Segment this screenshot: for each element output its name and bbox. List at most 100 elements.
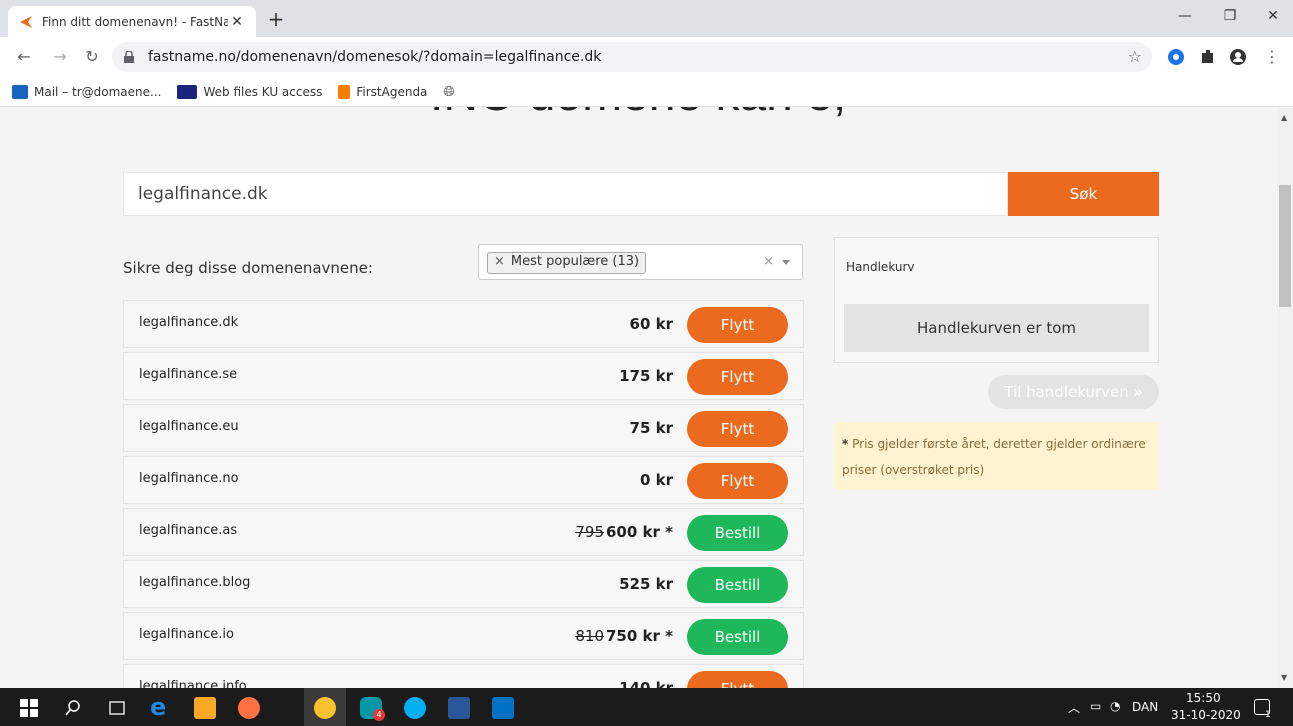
url-text: fastname.no/domenenavn/domenesok/?domain… <box>148 49 602 65</box>
flytt-button[interactable]: Flytt <box>687 307 788 343</box>
globe-icon: 🌐︎ <box>443 83 455 100</box>
task-view-icon[interactable] <box>106 697 128 719</box>
domain-name: legalfinance.blog <box>139 575 251 590</box>
clock-time[interactable]: 15:50 <box>1186 691 1221 705</box>
profile-icon[interactable] <box>1228 47 1248 67</box>
bookmark-web-files[interactable]: Web files KU access <box>177 84 323 99</box>
edge-icon[interactable]: e <box>150 693 172 721</box>
domain-search-input[interactable]: legalfinance.dk <box>123 172 1008 216</box>
bestill-button[interactable]: Bestill <box>687 567 788 603</box>
domain-row: legalfinance.as 795 600 kr * Bestill <box>123 508 804 556</box>
go-to-cart-button[interactable]: Til handlekurven » <box>988 375 1159 409</box>
bookmarks-bar: Mail – tr@domaene... Web files KU access… <box>0 77 1293 107</box>
tray-chevron-icon[interactable]: ︿ <box>1068 699 1080 716</box>
extension-blue-icon[interactable] <box>1166 47 1186 67</box>
flytt-button[interactable]: Flytt <box>687 411 788 447</box>
domain-price: 795 600 kr * <box>575 523 673 541</box>
domain-row: legalfinance.info 140 kr Flytt <box>123 664 804 688</box>
forward-icon[interactable]: → <box>50 47 70 66</box>
domain-row: legalfinance.se 175 kr Flytt <box>123 352 804 400</box>
clock-date[interactable]: 31-10-2020 <box>1171 708 1241 722</box>
bookmark-mail[interactable]: Mail – tr@domaene... <box>12 84 162 99</box>
flytt-button[interactable]: Flytt <box>687 671 788 688</box>
minimize-icon[interactable]: — <box>1170 8 1200 24</box>
fastname-favicon-icon <box>20 15 32 28</box>
scrollbar-thumb[interactable] <box>1279 185 1291 307</box>
flytt-button[interactable]: Flytt <box>687 463 788 499</box>
domain-name: legalfinance.info <box>139 679 247 688</box>
bookmark-firstagenda[interactable]: FirstAgenda <box>338 84 428 99</box>
domain-row: legalfinance.io 810 750 kr * Bestill <box>123 612 804 660</box>
cart-panel: Handlekurv Handlekurven er tom <box>834 237 1159 363</box>
lock-icon <box>124 51 134 63</box>
bookmark-label: Web files KU access <box>203 84 323 99</box>
domain-name: legalfinance.eu <box>139 419 239 434</box>
firstagenda-icon <box>338 84 351 99</box>
domain-name: legalfinance.no <box>139 471 239 486</box>
bookmark-label: Mail – tr@domaene... <box>34 84 162 99</box>
address-bar[interactable]: fastname.no/domenenavn/domenesok/?domain… <box>112 42 1152 72</box>
reload-icon[interactable]: ↻ <box>82 47 102 66</box>
bookmark-globe[interactable]: 🌐︎ <box>443 84 454 100</box>
domain-price: 60 kr <box>629 315 673 333</box>
menu-kebab-icon[interactable]: ⋮ <box>1262 47 1282 66</box>
page-scrollbar[interactable]: ▲ ▼ <box>1277 107 1293 688</box>
secure-domains-label: Sikre deg disse domenenavnene: <box>123 259 373 277</box>
domain-row: legalfinance.eu 75 kr Flytt <box>123 404 804 452</box>
cart-empty-message: Handlekurven er tom <box>844 304 1149 352</box>
notice-asterisk: * <box>842 437 849 451</box>
domain-name: legalfinance.se <box>139 367 238 382</box>
domain-price: 140 kr <box>619 679 673 688</box>
outlook-taskbar-icon[interactable] <box>492 697 514 719</box>
web-files-icon <box>177 84 198 99</box>
domain-row: legalfinance.dk 60 kr Flytt <box>123 300 804 348</box>
scroll-up-icon[interactable]: ▲ <box>1281 113 1287 122</box>
file-explorer-icon[interactable] <box>194 697 216 719</box>
back-icon[interactable]: ← <box>14 47 34 66</box>
restore-icon[interactable]: ❐ <box>1215 8 1245 24</box>
notification-count: 1 <box>1265 710 1271 720</box>
page-heading: .NO domene kan e, <box>430 107 846 122</box>
search-button[interactable]: Søk <box>1008 172 1159 216</box>
browser-tab-bar: Finn ditt domenenavn! - FastNam ✕ + — ❐ … <box>0 0 1293 37</box>
flytt-button[interactable]: Flytt <box>687 359 788 395</box>
wifi-icon[interactable]: ◔ <box>1110 699 1120 713</box>
search-icon[interactable] <box>62 697 84 719</box>
filter-select[interactable]: × Mest populære (13) × <box>478 244 803 280</box>
firefox-icon[interactable] <box>238 697 260 719</box>
chevron-down-icon[interactable] <box>782 260 790 265</box>
windows-taskbar: e 4 ︿ ▭ ◔ DAN 15:50 31-10-2020 1 <box>0 688 1293 726</box>
browser-tab[interactable]: Finn ditt domenenavn! - FastNam ✕ <box>8 6 256 37</box>
bookmark-label: FirstAgenda <box>356 84 428 99</box>
notice-text: Pris gjelder første året, deretter gjeld… <box>842 437 1146 477</box>
domain-price: 175 kr <box>619 367 673 385</box>
domain-price: 0 kr <box>639 471 673 489</box>
domain-price: 525 kr <box>619 575 673 593</box>
cart-title: Handlekurv <box>846 260 915 274</box>
new-tab-icon[interactable]: + <box>264 8 288 32</box>
domain-list: legalfinance.dk 60 kr Flytt legalfinance… <box>123 300 804 688</box>
domain-row: legalfinance.blog 525 kr Bestill <box>123 560 804 608</box>
chrome-icon[interactable] <box>314 697 336 719</box>
battery-icon[interactable]: ▭ <box>1090 699 1101 713</box>
tab-close-icon[interactable]: ✕ <box>228 14 246 30</box>
bestill-button[interactable]: Bestill <box>687 619 788 655</box>
bestill-button[interactable]: Bestill <box>687 515 788 551</box>
extensions-puzzle-icon[interactable] <box>1198 47 1218 67</box>
outlook-icon <box>12 84 28 99</box>
bookmark-star-icon[interactable]: ☆ <box>1128 47 1142 66</box>
domain-row: legalfinance.no 0 kr Flytt <box>123 456 804 504</box>
domain-name: legalfinance.as <box>139 523 238 538</box>
word-icon[interactable] <box>448 697 470 719</box>
skype-icon[interactable] <box>404 697 426 719</box>
language-indicator[interactable]: DAN <box>1132 700 1158 714</box>
filter-chip: × Mest populære (13) <box>487 252 647 274</box>
tab-title: Finn ditt domenenavn! - FastNam <box>42 14 228 29</box>
scroll-down-icon[interactable]: ▼ <box>1281 673 1287 682</box>
close-window-icon[interactable]: ✕ <box>1258 8 1288 24</box>
windows-start-icon[interactable] <box>18 697 40 719</box>
chip-remove-icon[interactable]: × <box>494 254 505 269</box>
filter-clear-icon[interactable]: × <box>763 254 774 269</box>
skype-badge: 4 <box>373 709 385 721</box>
browser-toolbar: ← → ↻ fastname.no/domenenavn/domenesok/?… <box>0 37 1293 77</box>
